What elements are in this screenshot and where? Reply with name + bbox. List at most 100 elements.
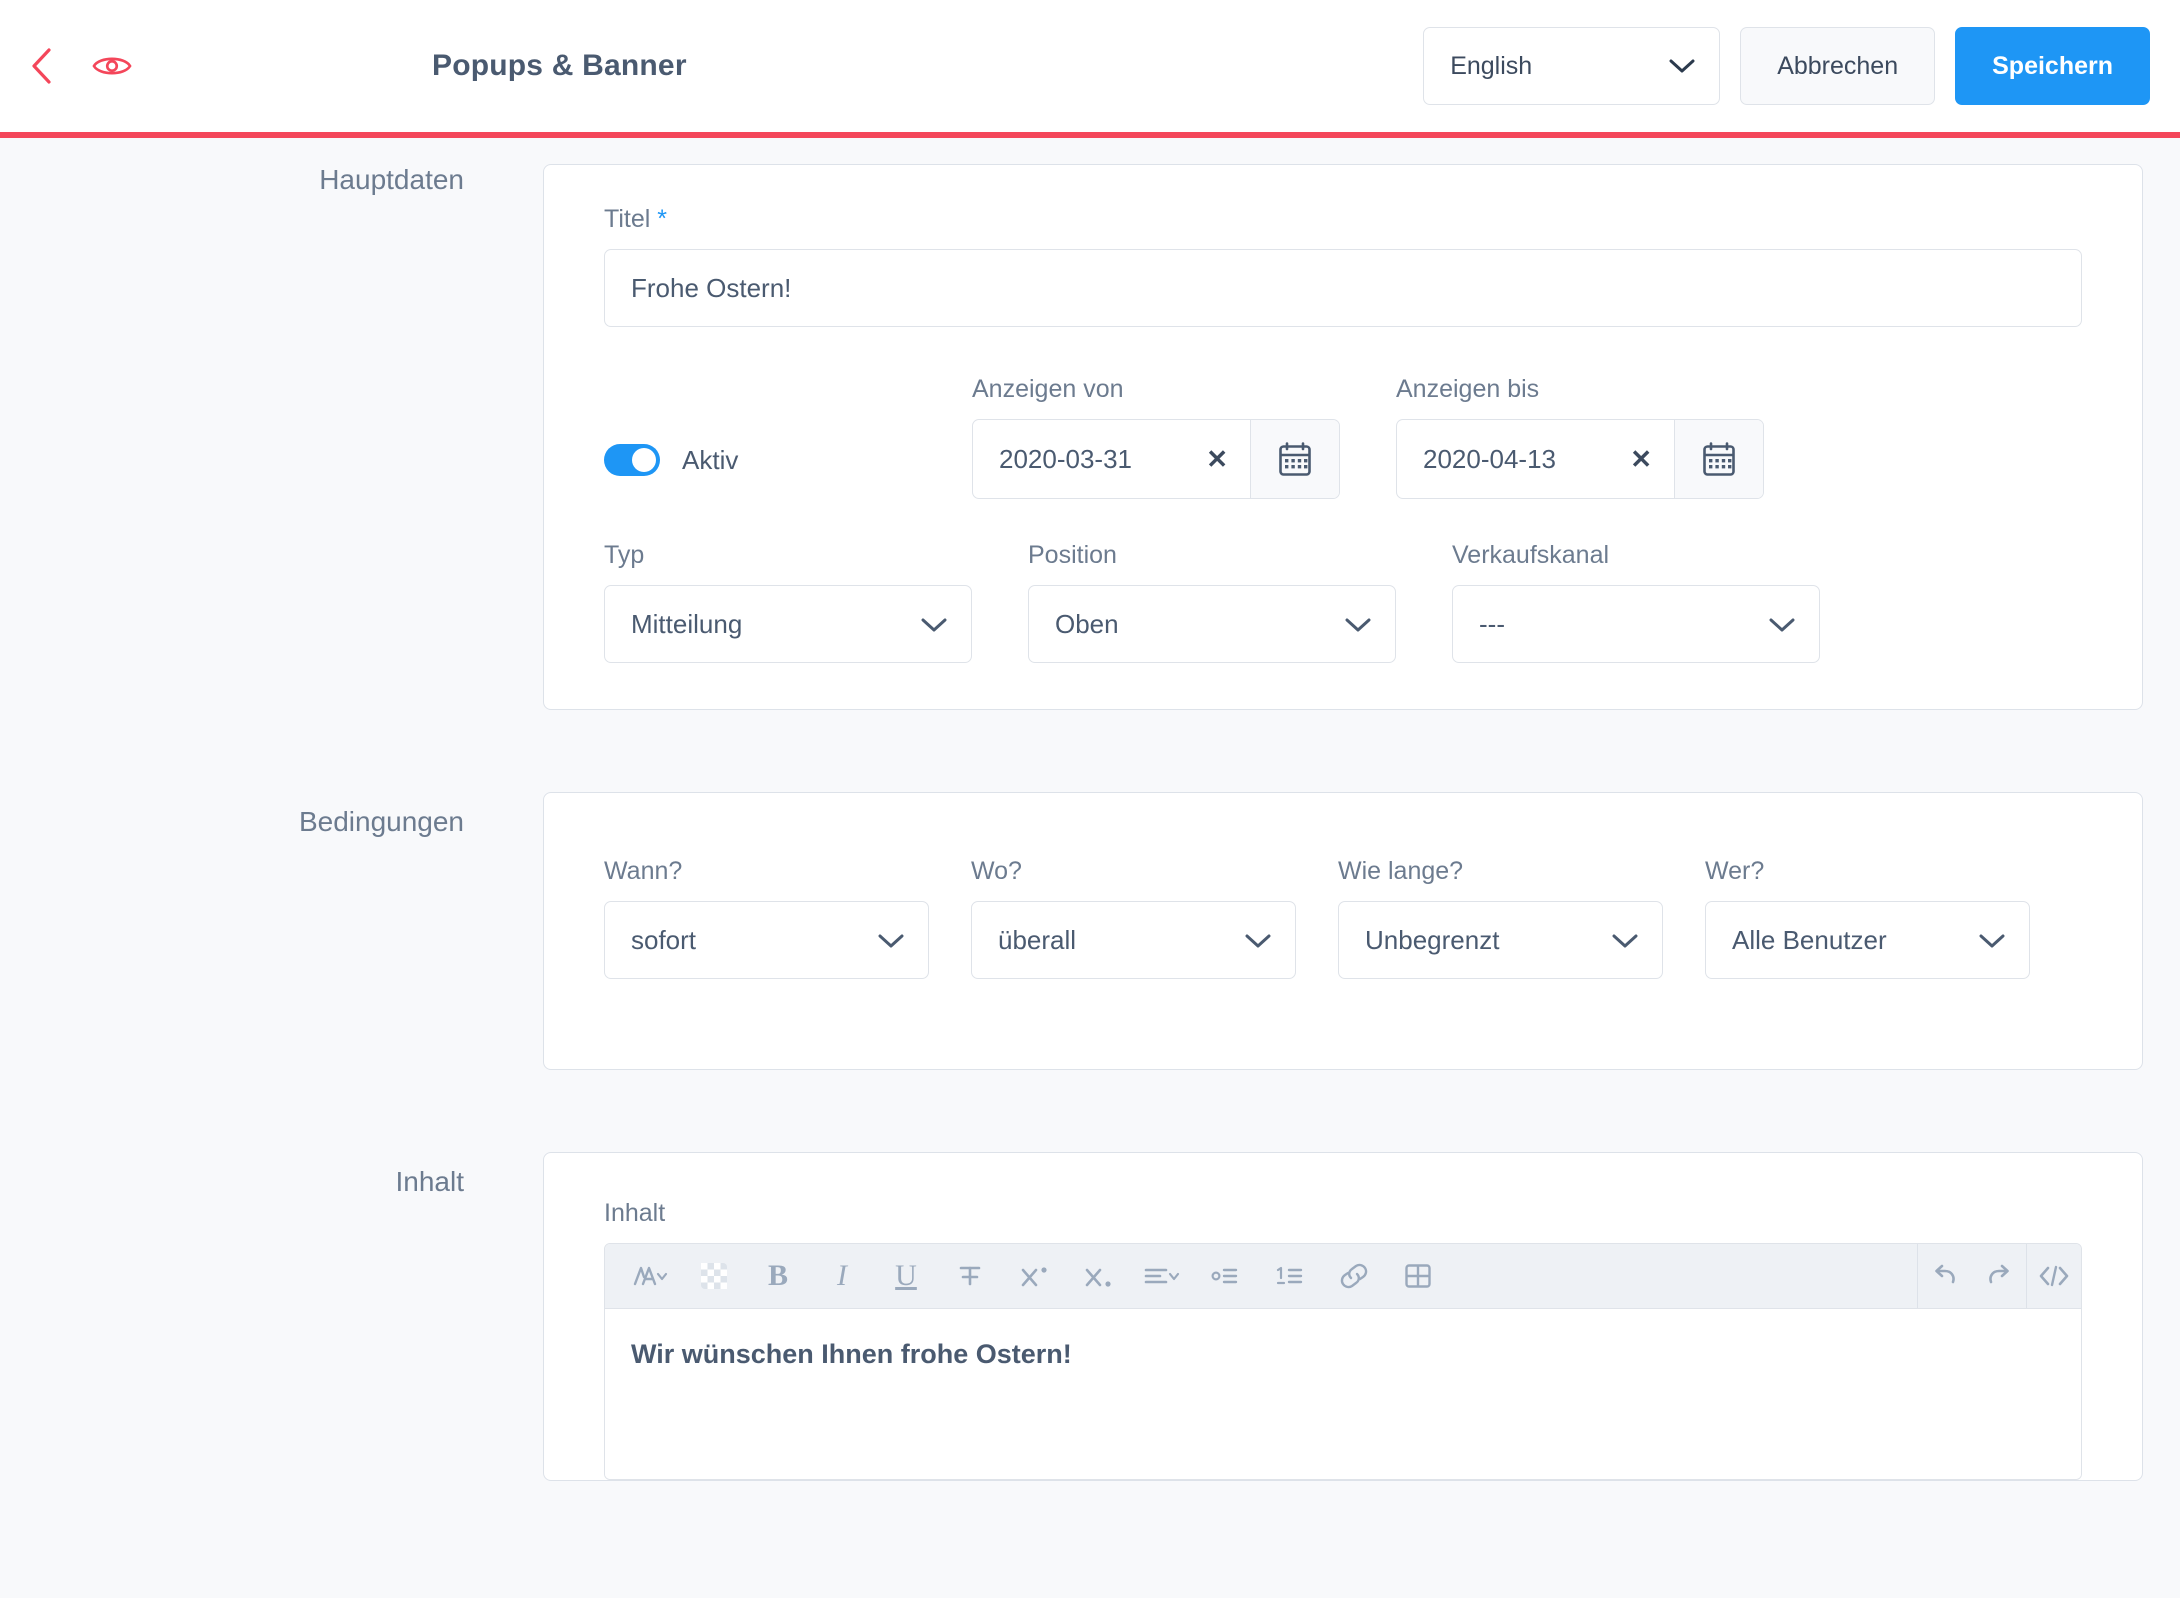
subscript-icon[interactable]: [1071, 1244, 1125, 1308]
close-icon[interactable]: ✕: [1630, 446, 1652, 472]
wer-label: Wer?: [1705, 857, 1765, 885]
header-left-actions: [22, 46, 132, 86]
section-label-bedingungen: Bedingungen: [298, 806, 464, 837]
section-inhalt: Inhalt Inhalt B I U Wir wünschen Ihnen f…: [0, 1152, 2180, 1481]
inhalt-card: Inhalt B I U Wir wünschen Ihnen frohe Os…: [543, 1152, 2143, 1481]
language-select[interactable]: English: [1423, 27, 1721, 105]
field-wie-lange: Wie lange? Unbegrenzt: [1338, 857, 1663, 979]
chevron-down-icon: [1245, 925, 1271, 956]
wie-lange-select-value: Unbegrenzt: [1365, 924, 1500, 955]
italic-glyph: I: [837, 1259, 847, 1292]
cancel-button[interactable]: Abbrechen: [1740, 27, 1936, 105]
italic-icon[interactable]: I: [815, 1244, 869, 1308]
wo-select[interactable]: überall: [971, 901, 1296, 979]
required-marker: *: [657, 205, 667, 233]
numbered-list-icon[interactable]: [1263, 1244, 1317, 1308]
chevron-down-icon: [1979, 925, 2005, 956]
field-position: Position Oben: [1028, 541, 1396, 663]
language-select-value: English: [1450, 51, 1533, 80]
field-verkaufskanal: Verkaufskanal ---: [1452, 541, 1820, 663]
chevron-down-icon: [921, 609, 947, 640]
top-header-bar: Popups & Banner English Abbrechen Speich…: [0, 0, 2180, 132]
verkaufskanal-select-value: ---: [1479, 608, 1505, 639]
page-title: Popups & Banner: [432, 49, 687, 82]
section-label-inhalt: Inhalt: [395, 1166, 465, 1197]
chevron-left-icon[interactable]: [22, 46, 62, 86]
link-icon[interactable]: [1327, 1244, 1381, 1308]
position-select-value: Oben: [1055, 608, 1119, 639]
titel-label-text: Titel: [604, 205, 651, 233]
header-right-actions: English Abbrechen Speichern: [1423, 27, 2150, 105]
anzeigen-von-input[interactable]: 2020-03-31 ✕: [973, 420, 1250, 498]
close-icon[interactable]: ✕: [1206, 446, 1228, 472]
bold-glyph: B: [767, 1259, 788, 1292]
typ-select-value: Mitteilung: [631, 608, 743, 639]
field-titel: Titel * Frohe Ostern!: [604, 205, 2082, 327]
source-code-icon[interactable]: [2027, 1244, 2081, 1308]
position-label: Position: [1028, 541, 1117, 569]
align-icon[interactable]: [1135, 1244, 1189, 1308]
editor-toolbar-right-group: [1917, 1244, 2081, 1308]
editor-toolbar-left-group: B I U: [605, 1244, 1445, 1308]
strikethrough-icon[interactable]: [943, 1244, 997, 1308]
wann-select-value: sofort: [631, 924, 697, 955]
verkaufskanal-select[interactable]: ---: [1452, 585, 1820, 663]
chevron-down-icon: [1669, 58, 1695, 74]
save-button[interactable]: Speichern: [1955, 27, 2150, 105]
field-wer: Wer? Alle Benutzer: [1705, 857, 2030, 979]
text-color-icon[interactable]: [687, 1244, 741, 1308]
hauptdaten-card: Titel * Frohe Ostern! Aktiv Anzeigen von: [543, 164, 2143, 710]
aktiv-toggle[interactable]: Aktiv: [604, 421, 972, 499]
chevron-down-icon: [1612, 925, 1638, 956]
wie-lange-select[interactable]: Unbegrenzt: [1338, 901, 1663, 979]
chevron-down-icon: [878, 925, 904, 956]
anzeigen-bis-input[interactable]: 2020-04-13 ✕: [1397, 420, 1674, 498]
editor-toolbar: B I U: [605, 1244, 2081, 1309]
page-content: Hauptdaten Titel * Frohe Ostern! Aktiv A…: [0, 138, 2180, 1481]
titel-input-value: Frohe Ostern!: [631, 272, 792, 303]
font-style-icon[interactable]: [623, 1244, 677, 1308]
table-icon[interactable]: [1391, 1244, 1445, 1308]
editor-content-area[interactable]: Wir wünschen Ihnen frohe Ostern!: [605, 1309, 2081, 1479]
anzeigen-bis-value: 2020-04-13: [1423, 443, 1556, 474]
chevron-down-icon: [1769, 609, 1795, 640]
undo-icon[interactable]: [1918, 1244, 1972, 1308]
superscript-icon[interactable]: [1007, 1244, 1061, 1308]
inhalt-field-label: Inhalt: [604, 1199, 666, 1227]
chevron-down-icon: [1345, 609, 1371, 640]
field-wo: Wo? überall: [971, 857, 1296, 979]
wer-select-value: Alle Benutzer: [1732, 924, 1887, 955]
field-anzeigen-bis: Anzeigen bis 2020-04-13 ✕: [1396, 375, 1764, 499]
typ-select[interactable]: Mitteilung: [604, 585, 972, 663]
wann-label: Wann?: [604, 857, 683, 885]
wann-select[interactable]: sofort: [604, 901, 929, 979]
anzeigen-bis-label: Anzeigen bis: [1396, 375, 1540, 403]
titel-label: Titel *: [604, 205, 2082, 234]
section-label-hauptdaten: Hauptdaten: [319, 164, 464, 195]
section-bedingungen: Bedingungen Wann? sofort Wo? überall Wie…: [0, 792, 2180, 1070]
redo-icon[interactable]: [1972, 1244, 2026, 1308]
field-typ: Typ Mitteilung: [604, 541, 972, 663]
underline-icon[interactable]: U: [879, 1244, 933, 1308]
bedingungen-card: Wann? sofort Wo? überall Wie lange? Unbe…: [543, 792, 2143, 1070]
calendar-icon[interactable]: [1674, 420, 1763, 498]
bold-icon[interactable]: B: [751, 1244, 805, 1308]
bulleted-list-icon[interactable]: [1199, 1244, 1253, 1308]
section-hauptdaten: Hauptdaten Titel * Frohe Ostern! Aktiv A…: [0, 164, 2180, 710]
aktiv-label: Aktiv: [682, 444, 739, 475]
field-anzeigen-von: Anzeigen von 2020-03-31 ✕: [972, 375, 1340, 499]
toggle-switch-icon: [604, 444, 660, 476]
eye-icon[interactable]: [92, 46, 132, 86]
row-conditions: Wann? sofort Wo? überall Wie lange? Unbe…: [604, 857, 2082, 979]
wie-lange-label: Wie lange?: [1338, 857, 1464, 885]
calendar-icon[interactable]: [1250, 420, 1339, 498]
titel-input[interactable]: Frohe Ostern!: [604, 249, 2082, 327]
underline-glyph: U: [895, 1259, 917, 1292]
row-active-dates: Aktiv Anzeigen von 2020-03-31 ✕ Anzeigen…: [604, 375, 2082, 499]
anzeigen-bis-field[interactable]: 2020-04-13 ✕: [1396, 419, 1764, 499]
position-select[interactable]: Oben: [1028, 585, 1396, 663]
wer-select[interactable]: Alle Benutzer: [1705, 901, 2030, 979]
rich-text-editor: B I U Wir wünschen Ihnen frohe Ostern!: [604, 1243, 2082, 1480]
anzeigen-von-field[interactable]: 2020-03-31 ✕: [972, 419, 1340, 499]
anzeigen-von-value: 2020-03-31: [999, 443, 1132, 474]
